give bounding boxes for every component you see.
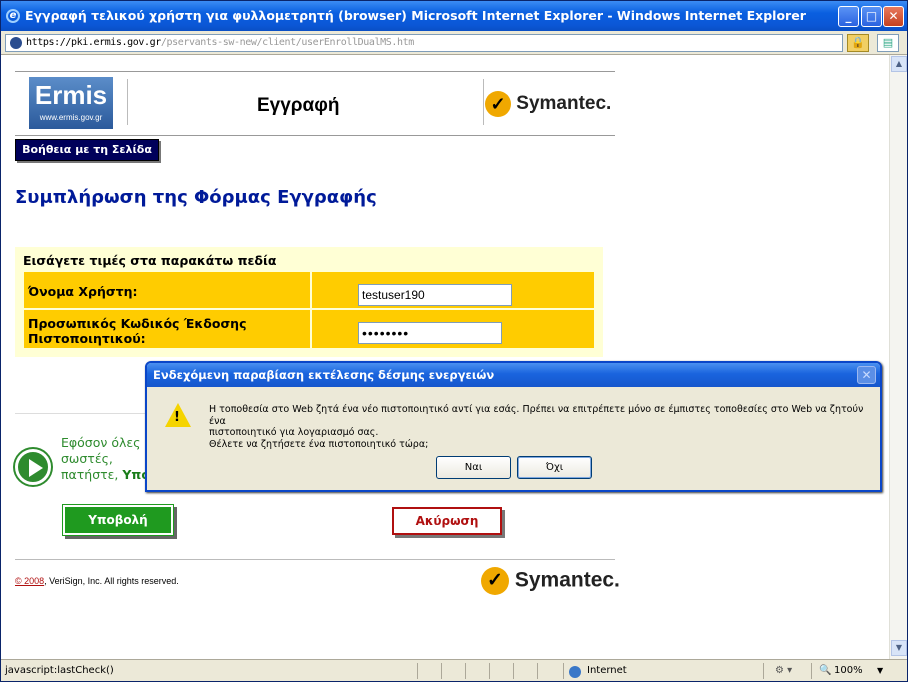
vertical-scrollbar[interactable]: ▲ ▼	[889, 55, 907, 659]
zoom-icon[interactable]: 🔍	[819, 660, 831, 682]
pin-label: Προσωπικός Κωδικός Έκδοσης Πιστοποιητικού…	[28, 316, 247, 346]
header-top-rule	[15, 71, 615, 72]
security-dialog: Ενδεχόμενη παραβίαση εκτέλεσης δέσμης εν…	[145, 361, 882, 492]
window-title: Εγγραφή τελικού χρήστη για φυλλομετρητή …	[25, 8, 806, 23]
zoom-dropdown-icon[interactable]: ▼	[877, 660, 883, 682]
footer-rule	[15, 559, 615, 560]
submit-button[interactable]: Υποβολή	[63, 505, 173, 535]
help-button[interactable]: Βοήθεια με τη Σελίδα	[15, 139, 159, 161]
copyright: © 2008, VeriSign, Inc. All rights reserv…	[15, 576, 179, 586]
scroll-down-icon[interactable]: ▼	[891, 640, 907, 656]
instructions-line3: πατήστε,	[61, 467, 123, 482]
row-divider	[310, 310, 312, 348]
status-separator	[513, 663, 514, 679]
submit-instructions: Εφόσον όλες σωστές, πατήστε, Υπο	[61, 435, 150, 483]
arrow-right-icon	[15, 449, 51, 485]
status-separator	[763, 663, 764, 679]
instructions-line2: σωστές,	[61, 451, 113, 466]
dialog-message-line2: πιστοποιητικό για λογαριασμό σας.	[209, 427, 379, 438]
dialog-message-line3: Θέλετε να ζητήσετε ένα πιστοποιητικό τώρ…	[209, 438, 429, 450]
address-bar: https://pki.ermis.gov.gr/pservants-sw-ne…	[1, 31, 907, 55]
page-content: Ermis www.ermis.gov.gr Εγγραφή ✓ Symante…	[1, 55, 889, 659]
enrollment-form: Εισάγετε τιμές στα παρακάτω πεδία Όνομα …	[15, 247, 603, 357]
status-separator	[417, 663, 418, 679]
row-divider	[310, 272, 312, 308]
username-row: Όνομα Χρήστη:	[23, 271, 595, 309]
pin-label-line2: Πιστοποιητικού:	[28, 331, 146, 346]
ermis-logo: Ermis www.ermis.gov.gr	[29, 77, 113, 129]
status-separator	[537, 663, 538, 679]
copyright-text: , VeriSign, Inc. All rights reserved.	[44, 576, 179, 586]
form-caption: Εισάγετε τιμές στα παρακάτω πεδία	[23, 253, 277, 268]
no-button[interactable]: Όχι	[517, 456, 592, 479]
yes-button[interactable]: Ναι	[436, 456, 511, 479]
cancel-button[interactable]: Ακύρωση	[392, 507, 502, 535]
header-divider	[483, 79, 484, 125]
footer-symantec-logo: ✓ Symantec.	[481, 567, 620, 595]
header-bottom-rule	[15, 135, 615, 136]
browser-window: e Εγγραφή τελικού χρήστη για φυλλομετρητ…	[0, 0, 908, 682]
minimize-button[interactable]: _	[838, 6, 859, 27]
internet-zone-icon	[569, 666, 581, 678]
page-icon	[10, 37, 22, 49]
status-separator	[441, 663, 442, 679]
protected-mode-icon[interactable]: ⚙ ▾	[775, 660, 792, 682]
pin-label-line1: Προσωπικός Κωδικός Έκδοσης	[28, 316, 247, 331]
username-label: Όνομα Χρήστη:	[28, 284, 138, 299]
pin-row: Προσωπικός Κωδικός Έκδοσης Πιστοποιητικού…	[23, 309, 595, 349]
dialog-title: Ενδεχόμενη παραβίαση εκτέλεσης δέσμης εν…	[147, 363, 880, 387]
url-field[interactable]: https://pki.ermis.gov.gr/pservants-sw-ne…	[5, 34, 843, 52]
warning-exclamation: !	[174, 410, 180, 425]
zone-text: Internet	[587, 665, 627, 676]
lock-icon[interactable]: 🔒	[847, 34, 869, 52]
dialog-message-line1: Η τοποθεσία στο Web ζητά ένα νέο πιστοπο…	[209, 404, 864, 427]
status-separator	[489, 663, 490, 679]
header-divider	[127, 79, 128, 125]
status-separator	[563, 663, 564, 679]
status-separator	[465, 663, 466, 679]
section-title: Συμπλήρωση της Φόρμας Εγγραφής	[15, 187, 377, 208]
page-title: Εγγραφή	[257, 95, 340, 116]
instructions-line1: Εφόσον όλες	[61, 435, 141, 450]
zoom-level[interactable]: 100%	[834, 660, 863, 682]
symantec-check-icon: ✓	[481, 567, 509, 595]
copyright-link[interactable]: © 2008	[15, 576, 44, 586]
dialog-close-icon[interactable]: ✕	[857, 366, 876, 384]
scroll-up-icon[interactable]: ▲	[891, 56, 907, 72]
status-separator	[811, 663, 812, 679]
ie-logo-icon: e	[6, 9, 20, 23]
maximize-button[interactable]: □	[861, 6, 882, 27]
title-bar: e Εγγραφή τελικού χρήστη για φυλλομετρητ…	[1, 1, 907, 31]
symantec-check-icon: ✓	[485, 91, 511, 117]
dialog-message: Η τοποθεσία στο Web ζητά ένα νέο πιστοπο…	[209, 404, 873, 450]
pin-input[interactable]	[358, 322, 502, 344]
status-text: javascript:lastCheck()	[5, 665, 114, 676]
username-input[interactable]	[358, 284, 512, 306]
feeds-icon[interactable]: ▤	[877, 34, 899, 52]
close-window-button[interactable]: ✕	[883, 6, 904, 27]
symantec-logo: ✓ Symantec.	[485, 91, 611, 117]
form-separator	[15, 413, 145, 414]
status-bar: javascript:lastCheck() Internet ⚙ ▾ 🔍 10…	[1, 659, 907, 681]
